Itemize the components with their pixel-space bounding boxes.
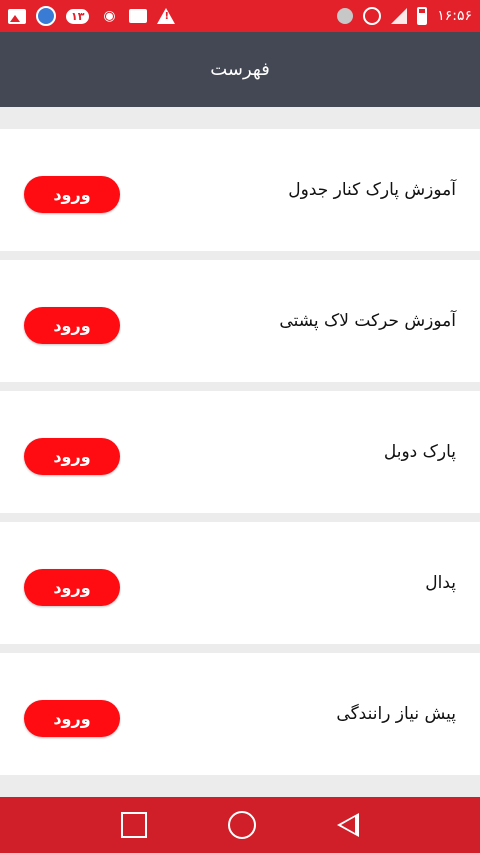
battery-icon <box>417 7 428 25</box>
image-icon <box>8 8 26 24</box>
signal-icon <box>391 8 408 24</box>
status-bar: ۱۳ ◉ ۱۶:۵۶ <box>0 0 480 32</box>
bluetooth-icon <box>337 8 354 24</box>
clock: ۱۶:۵۶ <box>437 8 472 24</box>
enter-button[interactable]: ورود <box>24 307 120 344</box>
list-item: آموزش پارک کنار جدول ورود <box>0 129 480 251</box>
alarm-icon <box>363 7 382 25</box>
status-right-icons: ۱۶:۵۶ <box>337 7 472 25</box>
item-title: پیش نیاز رانندگی <box>336 704 456 724</box>
notification-badge: ۱۳ <box>66 8 90 24</box>
warning-icon <box>157 8 176 24</box>
message-icon <box>129 9 148 23</box>
home-icon[interactable] <box>227 811 256 839</box>
item-title: آموزش حرکت لاک پشتی <box>279 311 456 331</box>
list-item: پیش نیاز رانندگی ورود <box>0 653 480 775</box>
recent-apps-icon[interactable] <box>120 812 147 838</box>
sync-icon <box>36 6 56 26</box>
wifi-hotspot-icon: ◉ <box>103 8 116 24</box>
app-bar: فهرست <box>0 32 480 107</box>
item-title: پارک دوبل <box>383 442 456 462</box>
page-title: فهرست <box>210 59 270 80</box>
enter-button[interactable]: ورود <box>24 569 120 606</box>
enter-button[interactable]: ورود <box>24 176 120 213</box>
list-item: پدال ورود <box>0 522 480 644</box>
item-title: آموزش پارک کنار جدول <box>288 180 456 200</box>
back-icon[interactable] <box>337 813 360 837</box>
system-nav-bar <box>0 797 480 853</box>
lesson-list[interactable]: آموزش پارک کنار جدول ورود آموزش حرکت لاک… <box>0 107 480 797</box>
list-item: آموزش حرکت لاک پشتی ورود <box>0 260 480 382</box>
item-title: پدال <box>425 573 456 593</box>
enter-button[interactable]: ورود <box>24 700 120 737</box>
enter-button[interactable]: ورود <box>24 438 120 475</box>
status-left-icons: ۱۳ ◉ <box>8 6 337 26</box>
list-item: پارک دوبل ورود <box>0 391 480 513</box>
